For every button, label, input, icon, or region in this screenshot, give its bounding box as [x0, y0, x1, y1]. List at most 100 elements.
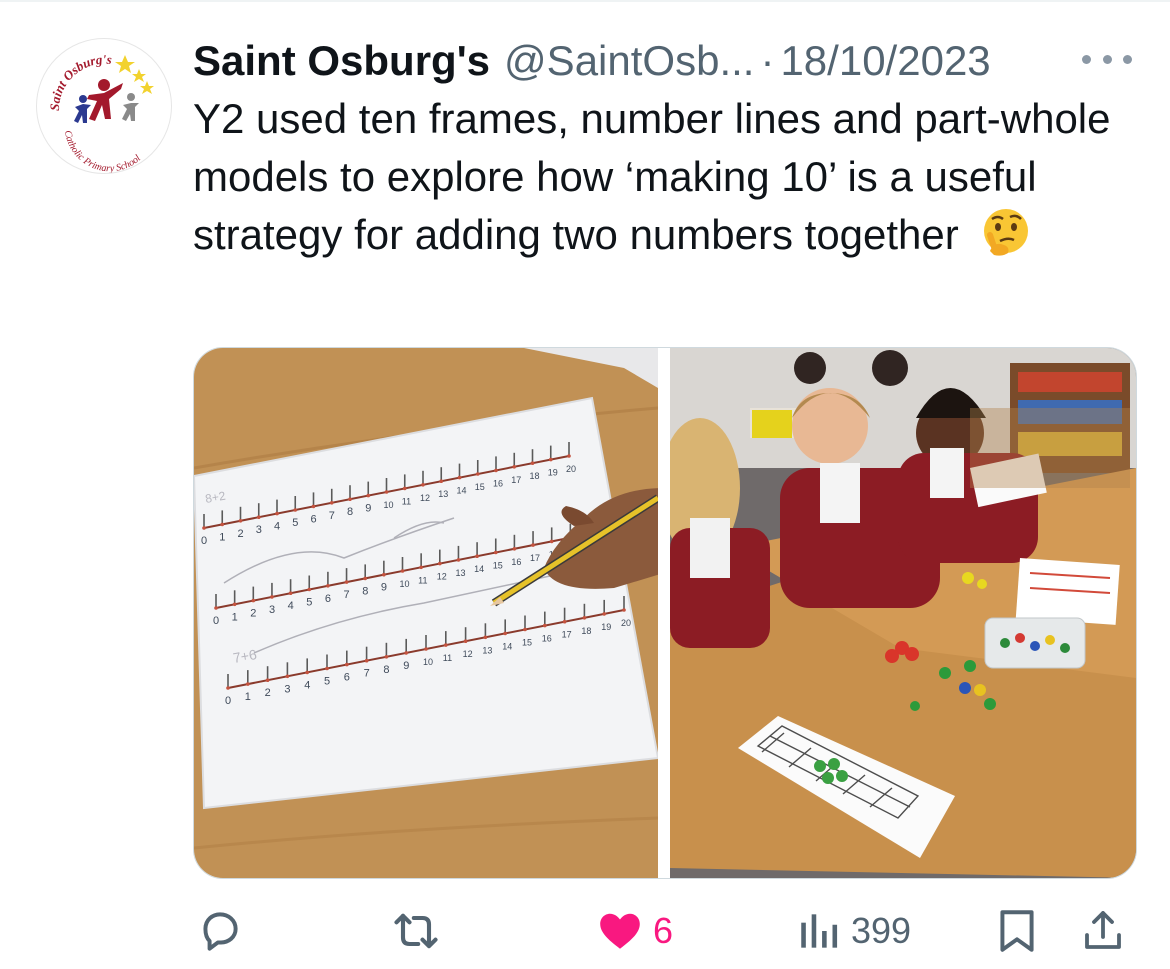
number-line-label: 15 — [493, 561, 503, 571]
number-line-dot — [364, 658, 369, 663]
number-line-label: 12 — [437, 572, 447, 582]
retweet-button[interactable] — [390, 901, 442, 961]
number-line-label: 5 — [324, 676, 330, 688]
number-line-dot — [325, 666, 329, 671]
views-button[interactable]: 399 — [797, 901, 911, 961]
number-line-label: 9 — [365, 503, 371, 515]
number-line-label: 13 — [438, 489, 448, 499]
like-count: 6 — [653, 910, 674, 951]
author-handle[interactable]: @SaintOsb... — [504, 34, 754, 88]
number-line-label: 17 — [530, 553, 540, 563]
number-line-label: 13 — [455, 568, 465, 578]
number-line-dot — [275, 511, 279, 516]
number-line-dot — [214, 606, 218, 610]
views-count: 399 — [851, 910, 912, 951]
tweet-date[interactable]: 18/10/2023 — [780, 34, 990, 88]
number-line-label: 4 — [288, 600, 294, 612]
number-line-label: 13 — [482, 645, 492, 655]
avatar[interactable]: Saint Osburg's Catholic Primary School — [36, 38, 172, 174]
author-name[interactable]: Saint Osburg's — [193, 34, 490, 88]
number-line-label: 4 — [274, 521, 280, 533]
number-line-dot — [305, 670, 309, 675]
action-bar: 6 399 — [193, 893, 1143, 969]
number-line-dot — [285, 674, 290, 679]
reply-button[interactable] — [195, 901, 245, 961]
number-line-dot — [493, 550, 498, 555]
number-line-dot — [363, 576, 367, 581]
bookmark-icon — [994, 906, 1040, 956]
number-line-label: 16 — [511, 557, 521, 567]
number-line-label: 3 — [256, 524, 262, 536]
number-line-dot — [311, 504, 316, 509]
number-line-label: 5 — [292, 517, 298, 529]
number-line-dot — [344, 580, 349, 584]
number-line-label: 12 — [463, 649, 473, 659]
number-line-dot — [348, 497, 352, 501]
number-line-label: 19 — [548, 468, 558, 478]
number-line-label: 1 — [232, 611, 238, 623]
photo-classroom[interactable] — [670, 348, 1136, 878]
number-line-dot — [256, 515, 261, 519]
bookmark-button[interactable] — [994, 901, 1040, 961]
number-line-label: 6 — [311, 513, 317, 525]
media-grid: 0 1 2 3 4 5 6 7 8 9 10 11 12 13 14 15 16 17 18 19 20 0 1 2 3 4 5 6 7… — [193, 347, 1137, 879]
number-line-label: 3 — [284, 683, 290, 695]
number-line-dot — [543, 623, 547, 628]
number-line-label: 19 — [601, 622, 611, 632]
number-line-dot — [475, 554, 479, 558]
photo-number-lines[interactable]: 0 1 2 3 4 5 6 7 8 9 10 11 12 13 14 15 16 17 18 19 20 0 1 2 3 4 5 6 7… — [194, 348, 658, 878]
like-button[interactable]: 6 — [595, 901, 673, 961]
number-line-dot — [622, 608, 626, 612]
number-line-label: 8 — [347, 506, 353, 518]
number-line-label: 11 — [443, 653, 452, 663]
number-line-label: 11 — [402, 496, 411, 506]
number-line-dot — [402, 486, 407, 491]
number-line-dot — [382, 572, 386, 577]
number-line-label: 10 — [400, 579, 410, 589]
number-line-label: 7 — [344, 589, 350, 601]
number-line-dot — [548, 457, 553, 462]
number-line-dot — [424, 647, 428, 651]
number-line-dot — [503, 631, 508, 636]
number-line-label: 9 — [403, 660, 409, 672]
more-options-icon[interactable] — [1082, 42, 1132, 76]
number-line-label: 2 — [250, 608, 256, 620]
number-line-dot — [483, 635, 488, 640]
number-line-label: 15 — [475, 482, 485, 492]
number-line-dot — [463, 639, 468, 643]
thinking-face-icon — [980, 207, 1032, 259]
number-line-label: 16 — [493, 478, 503, 488]
number-line-label: 17 — [511, 475, 521, 485]
tweet-header: Saint Osburg's @SaintOsb... · 18/10/2023 — [193, 34, 1053, 88]
number-line-dot — [238, 519, 243, 523]
number-line-label: 1 — [245, 691, 251, 703]
number-line-label: 4 — [304, 679, 310, 691]
number-line-label: 17 — [562, 630, 572, 640]
number-line-dot — [567, 454, 571, 458]
number-line-label: 2 — [265, 687, 271, 699]
number-line-dot — [288, 591, 293, 595]
number-line-label: 6 — [325, 593, 331, 605]
number-line-dot — [531, 543, 535, 547]
number-line-dot — [419, 565, 423, 570]
number-line-dot — [438, 561, 442, 566]
number-line-label: 20 — [566, 464, 576, 474]
tweet-text: Y2 used ten frames, number lines and par… — [193, 95, 1111, 258]
number-line-dot — [326, 584, 330, 588]
number-line-dot — [582, 616, 587, 620]
number-line-dot — [475, 472, 480, 476]
reply-icon — [195, 906, 245, 956]
number-line-dot — [444, 643, 448, 647]
number-line-dot — [329, 501, 334, 505]
number-line-label: 0 — [213, 615, 219, 627]
number-line-dot — [366, 493, 371, 498]
number-line-dot — [523, 627, 527, 632]
views-icon — [797, 906, 843, 956]
number-line-dot — [270, 595, 274, 599]
number-line-label: 14 — [502, 641, 512, 651]
number-line-dot — [562, 619, 567, 624]
share-button[interactable] — [1079, 901, 1127, 961]
number-line-dot — [307, 587, 312, 592]
number-line-dot — [602, 612, 606, 616]
number-line-dot — [512, 465, 517, 469]
